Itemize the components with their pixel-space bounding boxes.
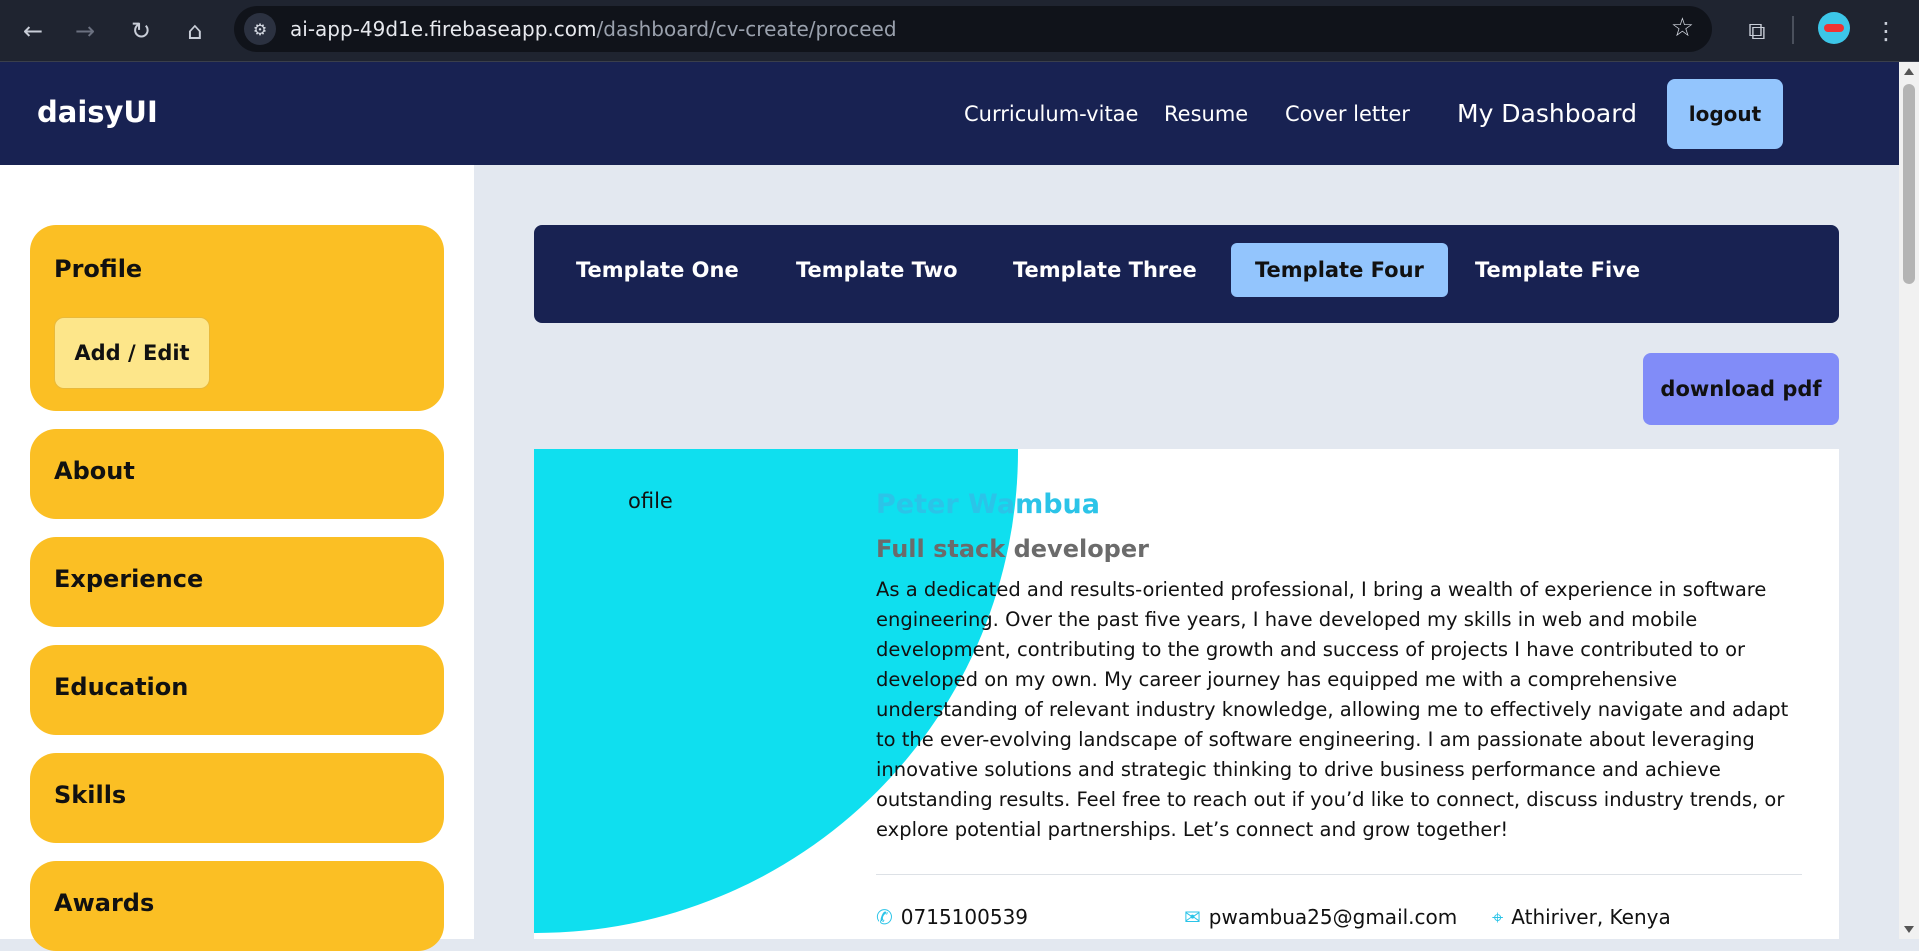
phone-icon: ✆: [876, 905, 893, 929]
sidebar-card-skills[interactable]: Skills: [30, 753, 444, 843]
address-bar[interactable]: ⚙ ai-app-49d1e.firebaseapp.com/dashboard…: [234, 6, 1712, 52]
add-edit-profile-button[interactable]: Add / Edit: [54, 317, 210, 389]
sidebar: Profile Add / Edit About Experience Educ…: [0, 165, 474, 951]
sidebar-card-about[interactable]: About: [30, 429, 444, 519]
cv-name: Peter Wambua: [876, 489, 1100, 520]
cv-preview: ofile Peter Wambua Full stack developer …: [534, 449, 1839, 939]
toolbar-divider: [1792, 16, 1794, 44]
nav-link-cover-letter[interactable]: Cover letter: [1285, 102, 1410, 126]
profile-avatar[interactable]: [1818, 12, 1850, 44]
sidebar-card-title: Awards: [54, 889, 155, 917]
contact-email: ✉ pwambua25@gmail.com: [1184, 905, 1457, 929]
location-icon: ⌖: [1492, 905, 1504, 929]
scroll-down-icon[interactable]: [1904, 926, 1914, 933]
sidebar-card-title: About: [54, 457, 135, 485]
email-icon: ✉: [1184, 905, 1201, 929]
sidebar-card-title: Education: [54, 673, 189, 701]
url-domain: ai-app-49d1e.firebaseapp.com: [290, 17, 597, 41]
sidebar-card-profile: Profile Add / Edit: [30, 225, 444, 411]
scrollbar-thumb[interactable]: [1903, 84, 1915, 284]
back-arrow-icon[interactable]: ←: [14, 12, 52, 50]
sidebar-card-title: Skills: [54, 781, 127, 809]
reload-icon[interactable]: ↻: [122, 12, 160, 50]
tab-template-one[interactable]: Template One: [552, 243, 763, 297]
tab-template-three[interactable]: Template Three: [989, 243, 1221, 297]
site-info-icon[interactable]: ⚙: [244, 13, 276, 45]
sidebar-card-title: Experience: [54, 565, 204, 593]
extensions-puzzle-icon[interactable]: ⧉: [1738, 12, 1776, 50]
nav-link-curriculum-vitae[interactable]: Curriculum-vitae: [964, 102, 1138, 126]
phone-text: 0715100539: [900, 905, 1029, 929]
app-navbar: daisyUI Curriculum-vitae Resume Cover le…: [0, 62, 1899, 165]
template-tabs: Template One Template Two Template Three…: [534, 225, 1839, 323]
kebab-menu-icon[interactable]: ⋮: [1874, 12, 1898, 50]
cv-about: As a dedicated and results-oriented prof…: [876, 578, 1789, 841]
scroll-up-icon[interactable]: [1904, 68, 1914, 75]
contact-phone: ✆ 0715100539: [876, 905, 1028, 929]
nav-link-my-dashboard[interactable]: My Dashboard: [1457, 99, 1637, 128]
forward-arrow-icon[interactable]: →: [66, 12, 104, 50]
logout-button[interactable]: logout: [1667, 79, 1783, 149]
sidebar-card-experience[interactable]: Experience: [30, 537, 444, 627]
cv-role: Full stack developer: [876, 535, 1149, 563]
location-text: Athiriver, Kenya: [1511, 905, 1671, 929]
divider: [876, 874, 1802, 875]
sidebar-card-awards[interactable]: Awards: [30, 861, 444, 951]
email-text: pwambua25@gmail.com: [1208, 905, 1458, 929]
tab-template-five[interactable]: Template Five: [1451, 243, 1664, 297]
url-path: /dashboard/cv-create/proceed: [596, 17, 897, 41]
url-text[interactable]: ai-app-49d1e.firebaseapp.com/dashboard/c…: [290, 17, 897, 41]
brand-logo[interactable]: daisyUI: [37, 95, 158, 129]
home-icon[interactable]: ⌂: [176, 12, 214, 50]
sidebar-card-title: Profile: [54, 255, 143, 283]
tab-template-four[interactable]: Template Four: [1231, 243, 1448, 297]
main-content: Template One Template Two Template Three…: [474, 165, 1899, 939]
profile-image: ofile: [628, 489, 673, 513]
sidebar-card-education[interactable]: Education: [30, 645, 444, 735]
nav-link-resume[interactable]: Resume: [1164, 102, 1248, 126]
tab-template-two[interactable]: Template Two: [772, 243, 982, 297]
browser-toolbar: ← → ↻ ⌂ ⚙ ai-app-49d1e.firebaseapp.com/d…: [0, 0, 1919, 62]
download-pdf-button[interactable]: download pdf: [1643, 353, 1839, 425]
contact-location: ⌖ Athiriver, Kenya: [1492, 905, 1671, 929]
page-scrollbar[interactable]: [1899, 62, 1919, 939]
bookmark-star-icon[interactable]: ☆: [1671, 13, 1694, 43]
